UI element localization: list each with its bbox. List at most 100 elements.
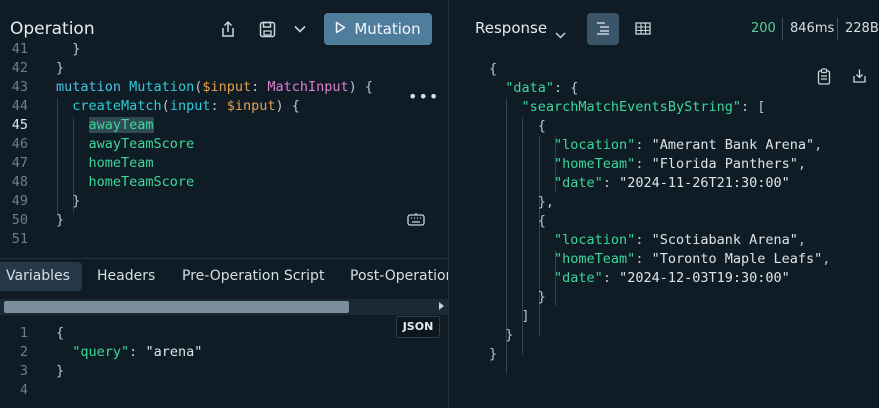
code-token: , [822, 251, 831, 267]
code-line: } [449, 326, 879, 345]
code-text: } [56, 59, 64, 78]
code-token: { [489, 61, 498, 77]
code-token: } [72, 193, 81, 209]
code-line: "searchMatchEventsByString": [ [449, 98, 879, 117]
tab-headers[interactable]: Headers [97, 262, 155, 291]
code-token: : { [554, 80, 579, 96]
code-text: "searchMatchEventsByString": [ [489, 98, 766, 117]
share-icon[interactable] [217, 18, 239, 40]
tabs-scrollbar[interactable] [0, 299, 448, 315]
code-token: { [291, 98, 300, 114]
code-token: { [489, 118, 546, 134]
code-token: input [169, 98, 211, 114]
code-text: "date": "2024-11-26T21:30:00" [489, 174, 790, 193]
response-title: Response [475, 19, 548, 37]
code-token: "Scotiabank Arena" [651, 232, 798, 248]
code-token: : [129, 344, 146, 360]
code-token: awayTeam [88, 117, 154, 133]
code-line: } [449, 288, 879, 307]
keyboard-shortcuts-icon[interactable] [407, 211, 425, 230]
code-text: } [56, 40, 80, 59]
code-text: "location": "Scotiabank Arena", [489, 231, 806, 250]
code-token: "2024-12-03T19:30:00" [619, 270, 790, 286]
code-text: "location": "Amerant Bank Arena", [489, 136, 822, 155]
line-number: 48 [11, 174, 28, 190]
table-view-button[interactable] [627, 13, 659, 45]
code-token: , [797, 156, 807, 172]
code-token: Mutation [129, 79, 195, 95]
response-viewer[interactable]: { "data": { "searchMatchEventsByString":… [449, 60, 879, 408]
code-token: $input [226, 98, 276, 114]
code-token: "Amerant Bank Arena" [651, 137, 815, 153]
code-text: { [489, 117, 546, 136]
operation-editor[interactable]: 41 } 42} 43 mutation Mutation($input: Match… [0, 40, 448, 250]
code-text: } [489, 326, 513, 345]
code-token: awayTeamScore [88, 136, 195, 152]
tab-variables[interactable]: Variables [0, 262, 82, 291]
code-token: : [635, 137, 652, 153]
code-text: "homeTeam": "Toronto Maple Leafs", [489, 250, 830, 269]
line-number: 49 [11, 193, 28, 209]
tab-pre-operation-script[interactable]: Pre-Operation Script [182, 262, 324, 291]
line-number: 47 [11, 155, 28, 171]
code-text: createMatch(input: $input) { [56, 97, 300, 116]
response-time: 846ms [790, 21, 835, 36]
code-token: homeTeam [88, 155, 154, 171]
code-token: "date" [554, 175, 603, 191]
code-token: ) { [348, 79, 374, 95]
tab-post-operation-script[interactable]: Post-Operation [350, 262, 454, 291]
line-number: 50 [11, 212, 28, 228]
code-line: "date": "2024-11-26T21:30:00" [449, 174, 879, 193]
code-line: { [449, 60, 879, 79]
code-text: ] [489, 307, 530, 326]
list-view-icon [595, 20, 611, 39]
line-number: 2 [19, 344, 28, 360]
code-line: { [449, 212, 879, 231]
scroll-right-arrow-icon[interactable] [439, 302, 444, 310]
code-text: }, [489, 193, 554, 212]
code-token: }, [489, 194, 555, 210]
line-number: 44 [11, 98, 28, 114]
code-line: 47 homeTeam [0, 154, 448, 173]
code-line: ] [449, 307, 879, 326]
more-options-icon[interactable]: ••• [408, 87, 439, 106]
text-view-button[interactable] [587, 13, 619, 45]
variables-editor[interactable]: 1{2 "query": "arena" 3} 4 [0, 323, 448, 408]
code-token: "homeTeam" [554, 156, 636, 172]
chevron-down-icon[interactable] [555, 24, 566, 43]
line-number: 45 [11, 117, 28, 133]
code-text: } [56, 192, 80, 211]
code-token: } [56, 41, 81, 57]
stats-divider [837, 18, 838, 40]
line-number: 41 [11, 41, 28, 57]
code-text: { [489, 60, 497, 79]
code-token: homeTeamScore [88, 174, 195, 190]
code-text: { [489, 212, 546, 231]
code-line: 45 awayTeam [0, 116, 448, 135]
code-text: awayTeam [56, 116, 154, 135]
scrollbar-thumb[interactable] [4, 301, 349, 313]
code-token: { [489, 213, 546, 229]
code-line: 46 awayTeamScore [0, 135, 448, 154]
code-text: } [56, 211, 64, 230]
chevron-down-icon[interactable] [289, 18, 311, 40]
line-number: 1 [19, 325, 28, 341]
code-line: { [449, 117, 879, 136]
code-token: } [489, 346, 498, 362]
operation-title: Operation [10, 19, 95, 39]
code-text: homeTeam [56, 154, 154, 173]
code-token: : [635, 232, 652, 248]
json-format-badge[interactable]: JSON [396, 316, 440, 338]
save-icon[interactable] [256, 18, 278, 40]
operation-panel: Operation Mutation 41 } 42} 43 mutation Mut… [0, 0, 454, 408]
code-token: } [489, 289, 546, 305]
code-token: : [635, 156, 652, 172]
code-token: "location" [554, 232, 636, 248]
